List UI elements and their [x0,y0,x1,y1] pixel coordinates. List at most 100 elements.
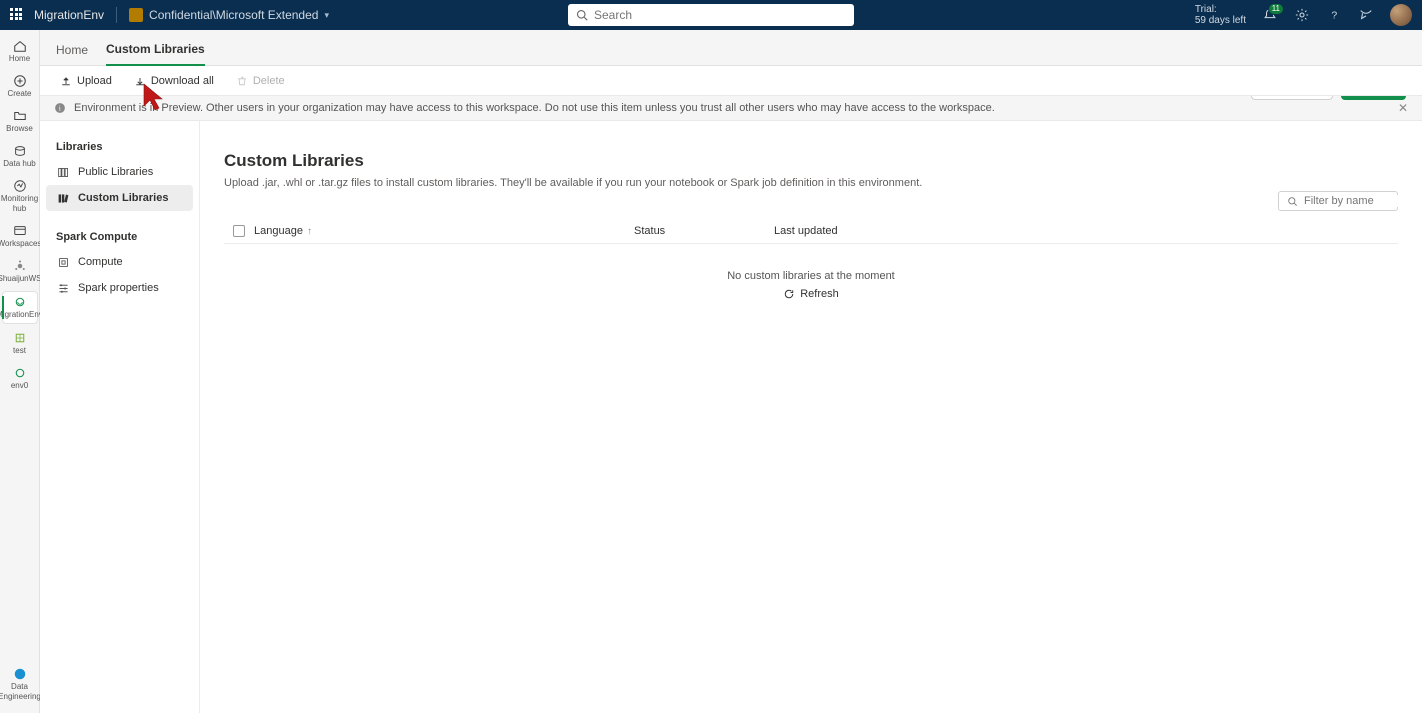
environment-icon [13,366,27,380]
banner-text: Environment is in Preview. Other users i… [74,102,995,114]
rail-label: Browse [6,124,33,134]
breadcrumb-bar: Home Custom Libraries [40,30,1422,66]
banner-close-button[interactable]: ✕ [1398,101,1408,115]
rail-persona[interactable]: Data Engineering [2,664,38,705]
page-subtitle: Upload .jar, .whl or .tar.gz files to in… [224,177,1398,189]
rail-label: Home [9,54,30,64]
rail-label: ShuaijunWS [0,274,42,284]
sidepanel-item-spark-properties[interactable]: Spark properties [46,275,193,301]
custom-libraries-icon [56,191,70,205]
rail-label: Monitoring hub [1,194,38,214]
workspace-icon [13,259,27,273]
empty-state: No custom libraries at the moment Refres… [224,270,1398,303]
delete-label: Delete [253,75,285,87]
tab-home[interactable]: Home [56,43,88,65]
column-header-language[interactable]: Language ↑ [254,225,634,237]
filter-input[interactable] [1304,195,1422,207]
rail-test[interactable]: test [2,328,38,359]
main-area: Libraries Public Libraries Custom Librar… [40,121,1422,713]
refresh-label: Refresh [800,288,839,300]
refresh-button[interactable]: Refresh [783,288,839,300]
column-header-status[interactable]: Status [634,225,774,237]
page-title: Custom Libraries [224,151,1398,171]
command-toolbar: Upload Download all Delete [40,66,1422,96]
notifications-button[interactable]: 11 [1262,7,1278,23]
sidepanel-item-label: Spark properties [78,282,159,294]
public-libraries-icon [56,165,70,179]
sidepanel-item-custom-libraries[interactable]: Custom Libraries [46,185,193,211]
download-all-label: Download all [151,75,214,87]
plus-circle-icon [13,74,27,88]
rail-label: Data Engineering [0,682,41,702]
environment-icon [13,295,27,309]
rail-env0[interactable]: env0 [2,363,38,394]
search-input[interactable] [594,8,846,22]
page-area: Home Custom Libraries Editing ▾ Share Up… [40,30,1422,713]
rail-datahub[interactable]: Data hub [2,141,38,172]
rail-migrationenv[interactable]: MigrationEnv [2,291,38,324]
rail-label: test [13,346,26,356]
rail-label: MigrationEnv [0,310,43,320]
trial-status[interactable]: Trial: 59 days left [1195,4,1246,26]
download-icon [134,75,146,87]
settings-button[interactable] [1294,7,1310,23]
trash-icon [236,75,248,87]
table-header-row: Language ↑ Status Last updated [224,219,1398,244]
feedback-button[interactable] [1358,7,1374,23]
item-icon [13,331,27,345]
rail-home[interactable]: Home [2,36,38,67]
rail-monitoring[interactable]: Monitoring hub [2,176,38,217]
sidepanel-item-public-libraries[interactable]: Public Libraries [46,159,193,185]
content-pane: Custom Libraries Upload .jar, .whl or .t… [200,121,1422,713]
home-icon [13,39,27,53]
rail-create[interactable]: Create [2,71,38,102]
sidepanel-item-compute[interactable]: Compute [46,249,193,275]
search-input-wrapper[interactable] [568,4,854,26]
rail-label: Data hub [3,159,35,169]
column-header-last-updated[interactable]: Last updated [774,225,1398,237]
app-header: MigrationEnv Confidential\Microsoft Exte… [0,0,1422,30]
search-icon [1287,196,1298,207]
rail-workspaces[interactable]: Workspaces [2,221,38,252]
delete-button[interactable]: Delete [228,72,293,90]
sensitivity-label-dropdown[interactable]: Confidential\Microsoft Extended ▾ [129,8,329,22]
sidepanel-item-label: Custom Libraries [78,192,168,204]
tab-custom-libraries[interactable]: Custom Libraries [106,42,205,66]
environment-name[interactable]: MigrationEnv [34,8,104,22]
filter-input-wrapper[interactable] [1278,191,1398,211]
data-engineering-icon [13,667,27,681]
notification-count-badge: 11 [1268,3,1284,15]
empty-message: No custom libraries at the moment [224,270,1398,282]
shield-icon [129,8,143,22]
info-icon: i [54,102,66,114]
sidepanel-item-label: Compute [78,256,123,268]
col-status-label: Status [634,225,665,237]
trial-line2: 59 days left [1195,15,1246,26]
left-nav-rail: Home Create Browse Data hub Monitoring h… [0,30,40,713]
sidepanel-group-spark: Spark Compute [46,225,193,249]
separator [116,7,117,23]
sort-ascending-icon: ↑ [307,226,312,237]
select-all-checkbox[interactable] [233,225,245,237]
data-hub-icon [13,144,27,158]
sidepanel-item-label: Public Libraries [78,166,153,178]
col-updated-label: Last updated [774,225,838,237]
chevron-down-icon: ▾ [324,10,329,21]
user-avatar[interactable] [1390,4,1412,26]
spark-properties-icon [56,281,70,295]
svg-text:i: i [59,104,61,113]
settings-sidepanel: Libraries Public Libraries Custom Librar… [40,121,200,713]
upload-icon [60,75,72,87]
refresh-icon [783,288,795,300]
preview-info-banner: i Environment is in Preview. Other users… [40,96,1422,121]
rail-browse[interactable]: Browse [2,106,38,137]
upload-label: Upload [77,75,112,87]
rail-workspace-shuaijun[interactable]: ShuaijunWS [2,256,38,287]
sensitivity-label-text: Confidential\Microsoft Extended [149,8,318,22]
rail-label: env0 [11,381,28,391]
upload-button[interactable]: Upload [52,72,120,90]
app-launcher-icon[interactable] [10,8,24,22]
help-button[interactable]: ? [1326,7,1342,23]
svg-text:?: ? [1331,10,1337,22]
download-all-button[interactable]: Download all [126,72,222,90]
